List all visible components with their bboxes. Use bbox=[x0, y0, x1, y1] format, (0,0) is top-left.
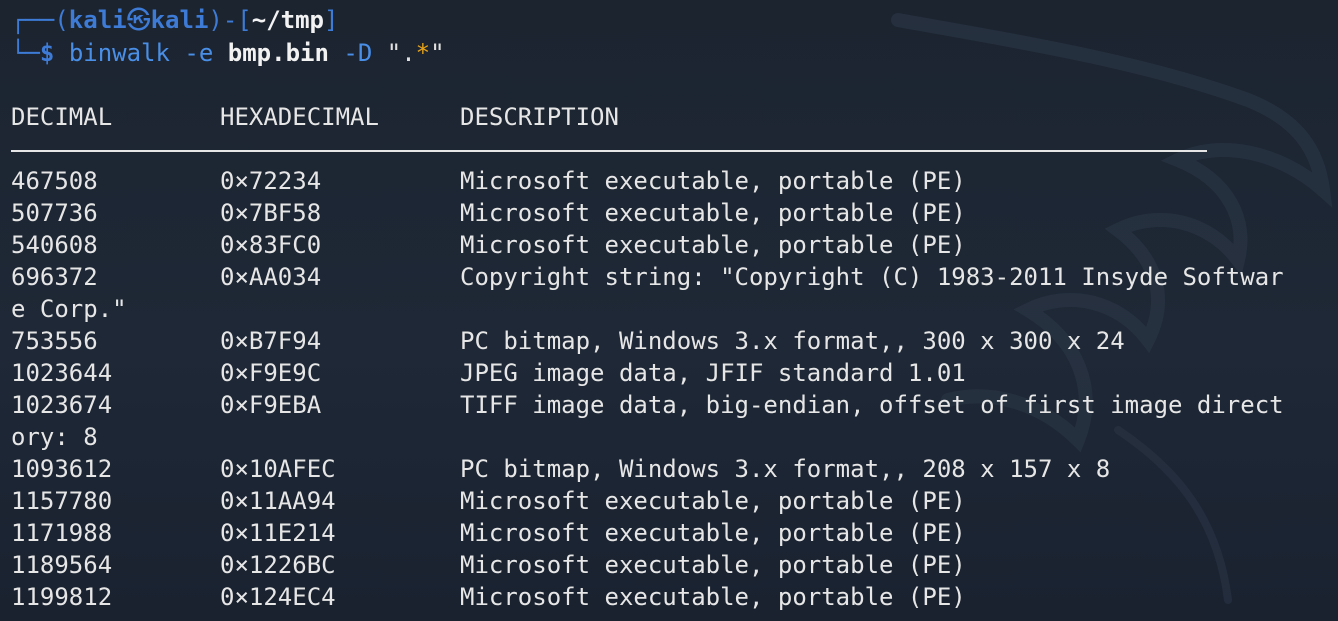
row-description: Microsoft executable, portable (PE) bbox=[460, 199, 966, 227]
row-description-wrap: e Corp." bbox=[11, 295, 127, 323]
row-hex: 0×11E214 bbox=[220, 519, 336, 547]
row-description: Microsoft executable, portable (PE) bbox=[460, 167, 966, 195]
row-decimal: 753556 bbox=[11, 327, 98, 355]
row-hex: 0×AA034 bbox=[220, 263, 322, 291]
row-decimal: 507736 bbox=[11, 199, 98, 227]
header-description: DESCRIPTION bbox=[460, 103, 619, 131]
row-hex: 0×72234 bbox=[220, 167, 322, 195]
header-decimal: DECIMAL bbox=[11, 103, 113, 131]
prompt-line: ┌──(kali㉿kali)-[~/tmp] bbox=[11, 4, 338, 36]
row-hex: 0×B7F94 bbox=[220, 327, 322, 355]
prompt-corner-bottom: └─ bbox=[11, 39, 40, 67]
command-flag-d: -D bbox=[343, 39, 373, 67]
prompt-close: ] bbox=[324, 6, 339, 34]
row-hex: 0×F9EBA bbox=[220, 391, 322, 419]
row-description: Copyright string: "Copyright (C) 1983-20… bbox=[460, 263, 1284, 291]
row-hex: 0×124EC4 bbox=[220, 583, 336, 611]
kali-at-icon: ㉿ bbox=[126, 6, 151, 34]
row-decimal: 1157780 bbox=[11, 487, 113, 515]
prompt-host: kali bbox=[150, 6, 209, 34]
command-file: bmp.bin bbox=[227, 39, 329, 67]
header-divider bbox=[11, 150, 1207, 152]
row-hex: 0×10AFEC bbox=[220, 455, 336, 483]
row-description: Microsoft executable, portable (PE) bbox=[460, 487, 966, 515]
row-decimal: 1199812 bbox=[11, 583, 113, 611]
row-hex: 0×1226BC bbox=[220, 551, 336, 579]
row-hex: 0×7BF58 bbox=[220, 199, 322, 227]
row-decimal: 540608 bbox=[11, 231, 98, 259]
command-quote-close: " bbox=[430, 39, 445, 67]
row-description: PC bitmap, Windows 3.x format,, 300 x 30… bbox=[460, 327, 1125, 355]
row-description-wrap: ory: 8 bbox=[11, 423, 98, 451]
row-decimal: 1189564 bbox=[11, 551, 113, 579]
row-description: TIFF image data, big-endian, offset of f… bbox=[460, 391, 1284, 419]
row-description: PC bitmap, Windows 3.x format,, 208 x 15… bbox=[460, 455, 1111, 483]
row-decimal: 1023644 bbox=[11, 359, 113, 387]
row-decimal: 1023674 bbox=[11, 391, 113, 419]
prompt-mid: )-[ bbox=[208, 6, 252, 34]
row-description: Microsoft executable, portable (PE) bbox=[460, 551, 966, 579]
row-hex: 0×11AA94 bbox=[220, 487, 336, 515]
header-hexadecimal: HEXADECIMAL bbox=[220, 103, 379, 131]
terminal-window[interactable]: ┌──(kali㉿kali)-[~/tmp] └─$ binwalk -e bm… bbox=[0, 0, 1338, 621]
row-description: Microsoft executable, portable (PE) bbox=[460, 231, 966, 259]
command-star: * bbox=[415, 39, 431, 67]
command-quote-open: ". bbox=[386, 39, 416, 67]
command-line[interactable]: └─$ binwalk -e bmp.bin -D ".*" bbox=[11, 37, 445, 69]
row-decimal: 467508 bbox=[11, 167, 98, 195]
row-decimal: 1171988 bbox=[11, 519, 113, 547]
row-description: Microsoft executable, portable (PE) bbox=[460, 519, 966, 547]
row-description: Microsoft executable, portable (PE) bbox=[460, 583, 966, 611]
prompt-dollar: $ bbox=[39, 39, 55, 67]
row-hex: 0×83FC0 bbox=[220, 231, 322, 259]
row-decimal: 1093612 bbox=[11, 455, 113, 483]
prompt-corner-top: ┌──( bbox=[11, 6, 69, 34]
row-description: JPEG image data, JFIF standard 1.01 bbox=[460, 359, 966, 387]
command-flag-e: -e bbox=[184, 39, 214, 67]
row-decimal: 696372 bbox=[11, 263, 98, 291]
command-program: binwalk bbox=[68, 39, 170, 67]
row-hex: 0×F9E9C bbox=[220, 359, 322, 387]
prompt-directory: ~/tmp bbox=[251, 6, 324, 34]
prompt-user: kali bbox=[68, 6, 127, 34]
